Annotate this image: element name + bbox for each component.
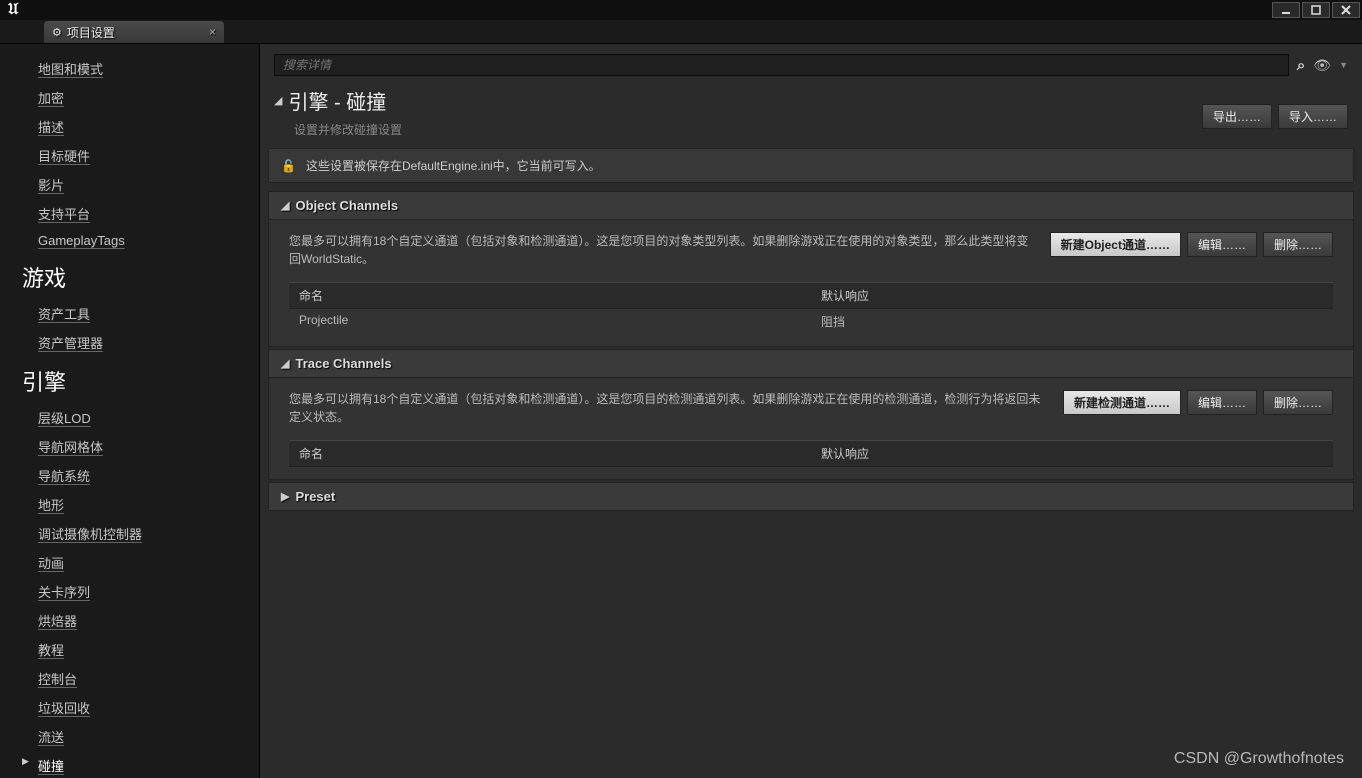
sidebar-item[interactable]: 资产管理器 (0, 328, 259, 357)
sidebar-item[interactable]: 动画 (0, 548, 259, 577)
close-tab-icon[interactable]: × (209, 25, 216, 39)
sidebar-item[interactable]: 教程 (0, 635, 259, 664)
sidebar-item[interactable]: 资产工具 (0, 299, 259, 328)
page-title: 引擎 - 碰撞 (288, 86, 386, 115)
unlock-icon: 🔓 (281, 159, 296, 173)
close-button[interactable] (1332, 2, 1360, 18)
sidebar-item[interactable]: 地形 (0, 490, 259, 519)
section-header-object-channels[interactable]: ◢ Object Channels (268, 191, 1354, 220)
export-button[interactable]: 导出…… (1202, 104, 1272, 129)
sidebar-item[interactable]: 层级LOD (0, 403, 259, 432)
page-subtitle: 设置并修改碰撞设置 (274, 121, 402, 138)
collapse-caret-icon[interactable]: ◢ (274, 94, 282, 107)
search-input[interactable] (274, 54, 1289, 76)
ue-logo-icon: 𝔘 (8, 1, 18, 19)
sidebar-item[interactable]: 调试摄像机控制器 (0, 519, 259, 548)
section-title: Preset (295, 489, 335, 504)
sidebar-item[interactable]: 支持平台 (0, 199, 259, 228)
sidebar-item[interactable]: 影片 (0, 170, 259, 199)
section-title: Trace Channels (295, 356, 391, 371)
section-header-trace-channels[interactable]: ◢ Trace Channels (268, 349, 1354, 378)
sidebar-item[interactable]: 导航系统 (0, 461, 259, 490)
section-title: Object Channels (295, 198, 398, 213)
new-object-channel-button[interactable]: 新建Object通道…… (1050, 232, 1181, 257)
chevron-down-icon[interactable]: ▼ (1339, 60, 1348, 70)
col-response: 默认响应 (811, 441, 1333, 466)
import-button[interactable]: 导入…… (1278, 104, 1348, 129)
info-text: 这些设置被保存在DefaultEngine.ini中，它当前可写入。 (306, 157, 601, 174)
sidebar-item[interactable]: 控制台 (0, 664, 259, 693)
tab-project-settings[interactable]: ⚙ 项目设置 × (44, 21, 224, 43)
col-name: 命名 (289, 441, 811, 466)
sidebar-item[interactable]: 垃圾回收 (0, 693, 259, 722)
sidebar-item[interactable]: 导航网格体 (0, 432, 259, 461)
sidebar-item[interactable]: GameplayTags (0, 228, 259, 253)
sidebar-item[interactable]: 加密 (0, 83, 259, 112)
settings-sidebar[interactable]: 地图和模式加密描述目标硬件影片支持平台GameplayTags 游戏 资产工具资… (0, 44, 260, 778)
search-icon[interactable]: ⌕ (1297, 57, 1305, 74)
col-name: 命名 (289, 283, 811, 308)
sidebar-item[interactable]: 流送 (0, 722, 259, 751)
sidebar-item[interactable]: 关卡序列 (0, 577, 259, 606)
gear-icon: ⚙ (52, 26, 62, 39)
maximize-button[interactable] (1302, 2, 1330, 18)
cell-name: Projectile (289, 309, 811, 334)
delete-button[interactable]: 删除…… (1263, 232, 1333, 257)
tab-bar: ⚙ 项目设置 × (0, 20, 1362, 44)
collapse-caret-icon: ▶ (281, 490, 289, 503)
settings-content: ⌕ 👁 ▼ ◢ 引擎 - 碰撞 设置并修改碰撞设置 导出…… 导入…… 🔓 这些… (260, 44, 1362, 778)
category-game: 游戏 (0, 253, 259, 299)
section-description: 您最多可以拥有18个自定义通道（包括对象和检测通道）。这是您项目的检测通道列表。… (289, 390, 1043, 426)
edit-button[interactable]: 编辑…… (1187, 232, 1257, 257)
table-header: 命名 默认响应 (289, 282, 1333, 309)
sidebar-item[interactable]: 碰撞 (0, 751, 259, 778)
tab-label: 项目设置 (67, 24, 115, 41)
visibility-icon[interactable]: 👁 (1313, 57, 1331, 74)
sidebar-item[interactable]: 烘焙器 (0, 606, 259, 635)
new-trace-channel-button[interactable]: 新建检测通道…… (1063, 390, 1181, 415)
sidebar-item[interactable]: 地图和模式 (0, 54, 259, 83)
table-header: 命名 默认响应 (289, 440, 1333, 467)
expand-caret-icon: ◢ (281, 357, 289, 370)
info-bar: 🔓 这些设置被保存在DefaultEngine.ini中，它当前可写入。 (268, 148, 1354, 183)
sidebar-item[interactable]: 目标硬件 (0, 141, 259, 170)
section-description: 您最多可以拥有18个自定义通道（包括对象和检测通道）。这是您项目的对象类型列表。… (289, 232, 1030, 268)
col-response: 默认响应 (811, 283, 1333, 308)
cell-response: 阻挡 (811, 309, 1333, 334)
window-titlebar: 𝔘 (0, 0, 1362, 20)
delete-button[interactable]: 删除…… (1263, 390, 1333, 415)
section-header-preset[interactable]: ▶ Preset (268, 482, 1354, 511)
category-engine: 引擎 (0, 357, 259, 403)
expand-caret-icon: ◢ (281, 199, 289, 212)
sidebar-item[interactable]: 描述 (0, 112, 259, 141)
minimize-button[interactable] (1272, 2, 1300, 18)
table-row[interactable]: Projectile 阻挡 (289, 309, 1333, 334)
edit-button[interactable]: 编辑…… (1187, 390, 1257, 415)
